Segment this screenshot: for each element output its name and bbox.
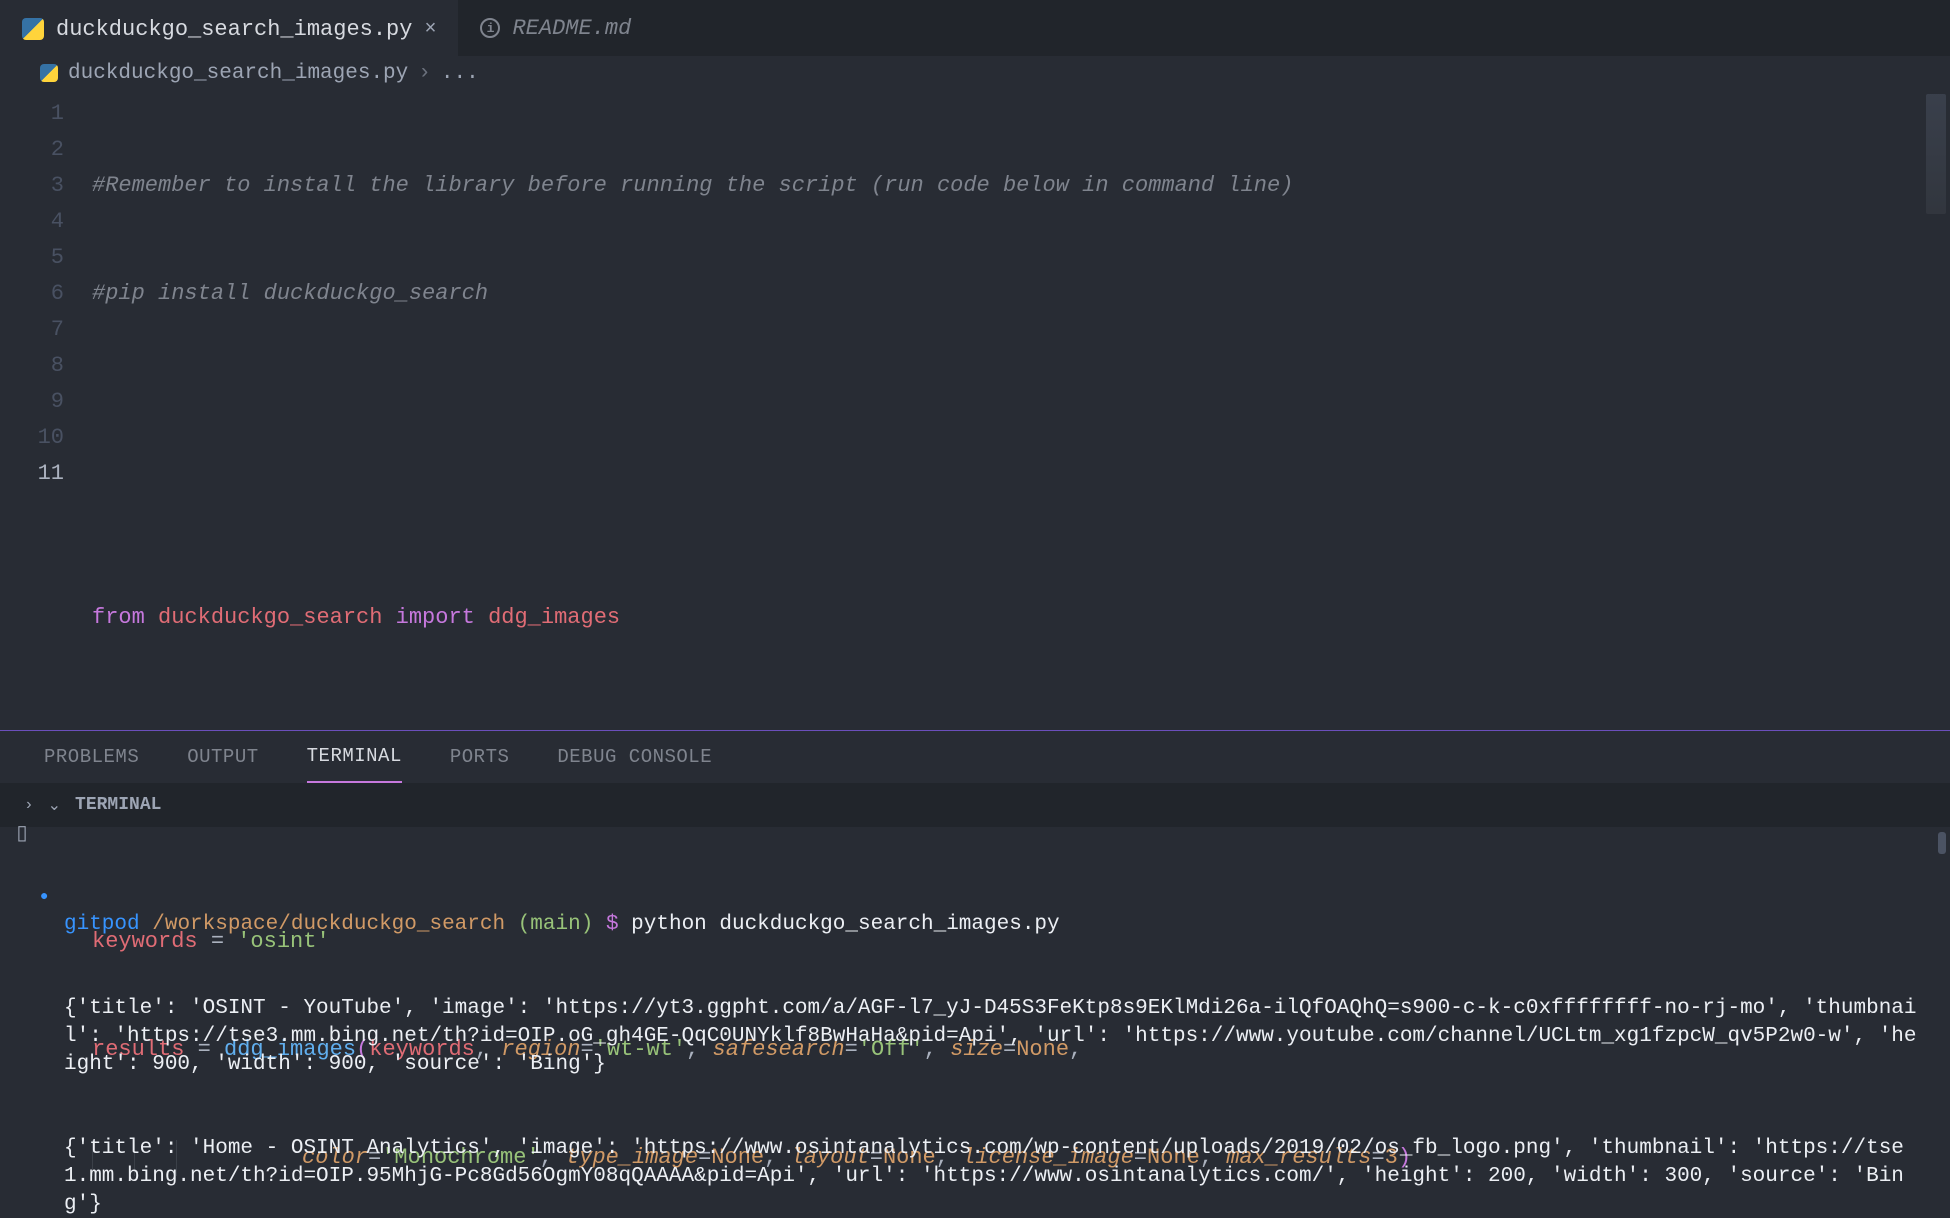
prompt-path: /workspace/duckduckgo_search bbox=[152, 913, 505, 936]
terminal-active-indicator: ● bbox=[40, 883, 48, 911]
terminal-output-line: {'title': 'Home - OSINT Analytics', 'ima… bbox=[64, 1135, 1926, 1218]
breadcrumb-more: ... bbox=[441, 62, 479, 85]
tab-duckduckgo-search-images[interactable]: duckduckgo_search_images.py × bbox=[0, 0, 458, 56]
editor-tab-bar: duckduckgo_search_images.py × i README.m… bbox=[0, 0, 1950, 56]
breadcrumb[interactable]: duckduckgo_search_images.py › ... bbox=[0, 56, 1950, 90]
close-icon[interactable]: × bbox=[424, 18, 436, 41]
terminal-body[interactable]: ● gitpod /workspace/duckduckgo_search (m… bbox=[0, 827, 1950, 1218]
tab-readme[interactable]: i README.md bbox=[458, 0, 653, 56]
prompt-dollar: $ bbox=[606, 913, 619, 936]
info-icon: i bbox=[480, 18, 500, 38]
code-editor[interactable]: 1234567891011 #Remember to install the l… bbox=[0, 90, 1950, 730]
prompt-user: gitpod bbox=[64, 913, 140, 936]
line-number-gutter: 1234567891011 bbox=[0, 90, 92, 730]
code-comment: #Remember to install the library before … bbox=[92, 173, 1293, 198]
terminal-command: python duckduckgo_search_images.py bbox=[631, 913, 1059, 936]
prompt-branch: (main) bbox=[518, 913, 594, 936]
terminal-output-line: {'title': 'OSINT - YouTube', 'image': 'h… bbox=[64, 995, 1926, 1079]
code-comment: #pip install duckduckgo_search bbox=[92, 281, 488, 306]
chevron-right-icon: › bbox=[418, 62, 431, 85]
minimap[interactable] bbox=[1926, 94, 1946, 214]
scrollbar-thumb[interactable] bbox=[1938, 832, 1946, 854]
python-icon bbox=[40, 64, 58, 82]
breadcrumb-file: duckduckgo_search_images.py bbox=[68, 62, 408, 85]
tab-label: README.md bbox=[512, 16, 631, 41]
python-icon bbox=[22, 18, 44, 40]
chevron-down-icon[interactable]: ⌄ bbox=[48, 795, 61, 815]
chevron-right-icon: › bbox=[24, 796, 34, 814]
code-area[interactable]: #Remember to install the library before … bbox=[92, 90, 1950, 730]
tab-label: duckduckgo_search_images.py bbox=[56, 17, 412, 42]
